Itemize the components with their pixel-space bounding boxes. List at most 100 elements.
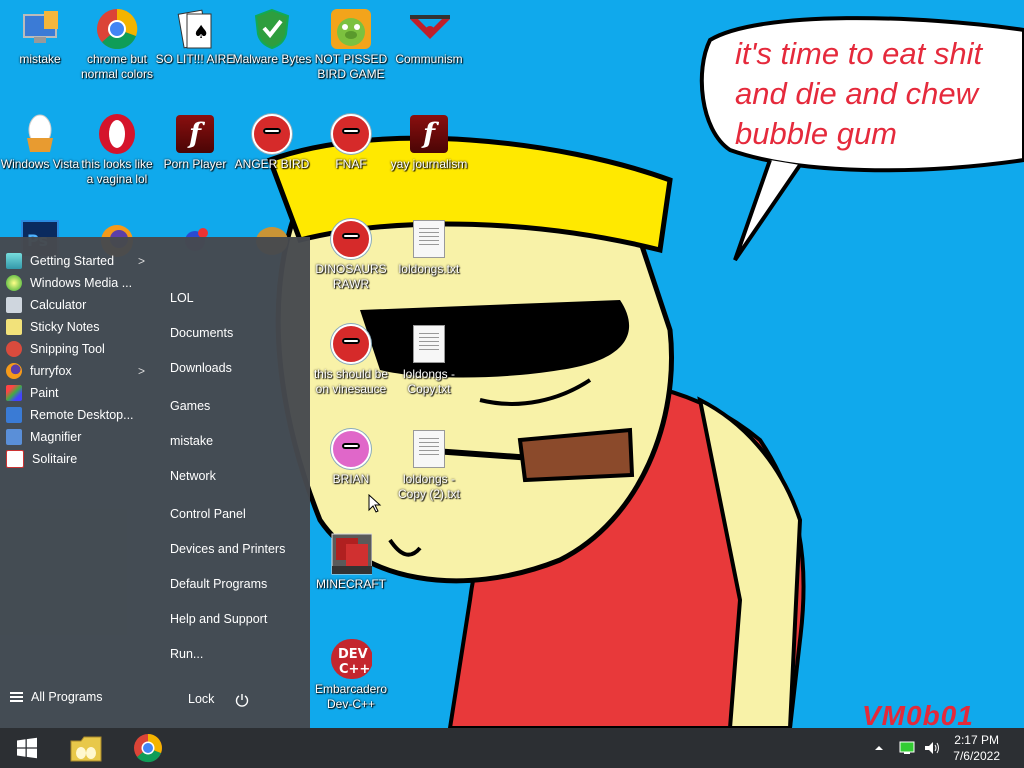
- start-menu-item-getting-started[interactable]: Getting Started >: [6, 251, 151, 271]
- start-link-games[interactable]: Games: [170, 396, 210, 416]
- red-bird-icon: [330, 218, 372, 260]
- desktop-icon-label: yay journalism: [390, 157, 468, 171]
- green-pig-icon: [330, 8, 372, 50]
- start-menu-item-sticky-notes[interactable]: Sticky Notes: [6, 317, 151, 337]
- desktop-icon-communism[interactable]: Communism: [389, 8, 469, 67]
- all-programs-button[interactable]: All Programs: [10, 690, 103, 704]
- start-link-control-panel[interactable]: Control Panel: [170, 504, 246, 524]
- start-menu-item-paint[interactable]: Paint: [6, 383, 151, 403]
- network-status[interactable]: [899, 728, 915, 768]
- all-programs-label: All Programs: [31, 690, 103, 704]
- artist-signature: VM0b01: [862, 700, 974, 728]
- taskbar: 2:17 PM 7/6/2022: [0, 728, 1024, 768]
- list-icon: [10, 692, 23, 702]
- start-link-run[interactable]: Run...: [170, 644, 203, 664]
- emblem-icon: [408, 8, 450, 50]
- desktop-icon-label: DINOSAURS RAWR: [315, 262, 387, 291]
- start-link-help-support[interactable]: Help and Support: [170, 609, 267, 629]
- desktop-icon-label: Windows Vista: [0, 157, 80, 171]
- menu-item-label: Getting Started: [30, 254, 115, 268]
- desktop-icon-label: mistake: [19, 52, 61, 66]
- start-link-default-programs[interactable]: Default Programs: [170, 574, 267, 594]
- menu-item-label: furryfox: [30, 364, 72, 378]
- start-link-lol[interactable]: LOL: [170, 288, 194, 308]
- desktop-icon-minecraft[interactable]: MINECRAFT: [311, 533, 391, 592]
- start-menu-item-windows-media[interactable]: Windows Media ...: [6, 273, 151, 293]
- svg-text:♠: ♠: [193, 22, 209, 43]
- lock-button[interactable]: Lock: [188, 692, 214, 706]
- text-file-icon: [408, 218, 450, 260]
- taskbar-chrome[interactable]: [122, 728, 174, 768]
- desktop-icon-windows-vista[interactable]: Windows Vista: [0, 113, 80, 172]
- desktop-icon-malwarebytes[interactable]: Malware Bytes: [232, 8, 312, 67]
- magnifier-icon: [6, 429, 22, 445]
- desktop-icon-bird-game[interactable]: NOT PISSED BIRD GAME: [311, 8, 391, 82]
- clock-date: 7/6/2022: [953, 749, 1000, 763]
- start-link-downloads[interactable]: Downloads: [170, 358, 232, 378]
- desktop-icon-label: SO LIT!!! AIRE: [155, 52, 235, 66]
- desktop-icon-label: chrome but normal colors: [80, 52, 154, 81]
- playing-cards-icon: [6, 450, 24, 468]
- red-bird-icon: [330, 113, 372, 155]
- desktop-icon-label: loldongs - Copy (2).txt: [397, 472, 460, 501]
- desktop-icon-chrome[interactable]: chrome but normal colors: [77, 8, 157, 82]
- start-menu-item-snipping-tool[interactable]: Snipping Tool: [6, 339, 151, 359]
- playing-cards-icon: ♠: [174, 8, 216, 50]
- chrome-icon: [96, 8, 138, 50]
- start-menu-item-furryfox[interactable]: furryfox >: [6, 361, 151, 381]
- firefox-icon: [6, 363, 22, 379]
- taskbar-clock[interactable]: 2:17 PM 7/6/2022: [953, 732, 1000, 764]
- svg-text:C++: C++: [339, 662, 370, 677]
- desktop-icon-label: FNAF: [335, 157, 367, 171]
- getting-started-icon: [6, 253, 22, 269]
- desktop-icon-porn-player[interactable]: f Porn Player: [155, 113, 235, 172]
- power-button[interactable]: [235, 693, 249, 710]
- desktop-icon-brian[interactable]: BRIAN: [311, 428, 391, 487]
- chevron-right-icon: >: [138, 254, 146, 268]
- desktop-icon-label: this should be on vinesauce: [313, 367, 389, 396]
- start-menu: Getting Started > Windows Media ... Calc…: [0, 237, 310, 728]
- volume-control[interactable]: [924, 728, 940, 768]
- speech-bubble-text: it's time to eat shit and die and chew b…: [735, 36, 983, 151]
- start-menu-item-solitaire[interactable]: Solitaire: [6, 449, 151, 469]
- desktop-icon-label: loldongs.txt: [398, 262, 460, 276]
- remote-desktop-icon: [6, 407, 22, 423]
- start-button[interactable]: [0, 728, 54, 768]
- menu-item-label: Magnifier: [30, 430, 82, 444]
- desktop-icon-mistake[interactable]: mistake: [0, 8, 80, 67]
- desktop-icon-label: Communism: [395, 52, 463, 66]
- tray-expand-button[interactable]: [874, 728, 884, 768]
- desktop-icon-fnaf[interactable]: FNAF: [311, 113, 391, 172]
- opera-icon: [96, 113, 138, 155]
- windows-start-icon: [17, 737, 37, 759]
- shield-icon: [251, 8, 293, 50]
- desktop-icon-label: loldongs - Copy.txt: [402, 367, 456, 396]
- desktop-icon-journalism[interactable]: f yay journalism: [389, 113, 469, 172]
- start-link-documents[interactable]: Documents: [170, 323, 233, 343]
- start-link-mistake[interactable]: mistake: [170, 431, 213, 451]
- desktop-icon-anger-bird[interactable]: ANGER BIRD: [232, 113, 312, 172]
- start-menu-item-calculator[interactable]: Calculator: [6, 295, 151, 315]
- desktop-icon-label: Porn Player: [163, 157, 227, 171]
- start-menu-item-magnifier[interactable]: Magnifier: [6, 427, 151, 447]
- start-menu-item-remote-desktop[interactable]: Remote Desktop...: [6, 405, 151, 425]
- desktop-icon-opera[interactable]: this looks like a vagina lol: [77, 113, 157, 187]
- paint-icon: [6, 385, 22, 401]
- flash-icon: f: [408, 113, 450, 155]
- desktop-icon-dinosaurs[interactable]: DINOSAURS RAWR: [311, 218, 391, 292]
- desktop-icon-loldongs-copy-2[interactable]: loldongs - Copy (2).txt: [389, 428, 469, 502]
- menu-item-label: Sticky Notes: [30, 320, 100, 334]
- tray-expand-icon: [875, 746, 883, 750]
- start-link-devices-printers[interactable]: Devices and Printers: [170, 539, 285, 559]
- clock-time: 2:17 PM: [954, 733, 999, 747]
- desktop-icon-dev-cpp[interactable]: DEV C++ Embarcadero Dev-C++: [311, 638, 391, 712]
- desktop-icon-loldongs-copy[interactable]: loldongs - Copy.txt: [389, 323, 469, 397]
- desktop-icon-label: BRIAN: [332, 472, 370, 486]
- start-link-network[interactable]: Network: [170, 466, 216, 486]
- desktop-icon-loldongs-txt[interactable]: loldongs.txt: [389, 218, 469, 277]
- desktop-icon-vinesauce[interactable]: this should be on vinesauce: [311, 323, 391, 397]
- taskbar-file-explorer[interactable]: [60, 728, 112, 768]
- network-icon: [899, 741, 915, 754]
- menu-item-label: Calculator: [30, 298, 87, 312]
- desktop-icon-solitaire[interactable]: ♠ SO LIT!!! AIRE: [155, 8, 235, 67]
